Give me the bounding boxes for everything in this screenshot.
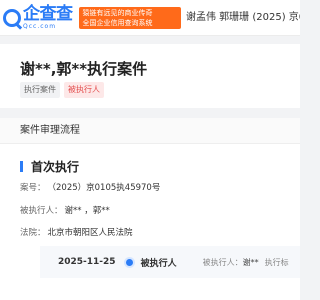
court-row: 法院： 北京市朝阳区人民法院: [20, 226, 133, 238]
stage-title: 首次执行: [31, 160, 80, 174]
timeline-more-text: 执行标: [264, 257, 289, 267]
logo-domain: Qcc.com: [23, 22, 57, 30]
timeline-detail: 被执行人：谢**: [203, 257, 259, 268]
case-number-label: 案号：: [20, 183, 46, 193]
case-title-card: 谢**,郭**执行案件 执行案件 被执行人: [0, 44, 300, 108]
logo-name: 企查查: [23, 3, 73, 24]
court-label: 法院：: [20, 228, 46, 238]
case-title: 谢**,郭**执行案件: [20, 60, 148, 78]
header-page-title: 谢孟伟 郭珊珊 (2025) 京010: [186, 12, 300, 23]
executed-person-row: 被执行人： 谢** ，郭**: [20, 204, 110, 216]
timeline-role: 被执行人: [140, 258, 177, 269]
slogan-banner[interactable]: 猿链有远见的商业传奇 全国企业信用查询系统: [78, 6, 181, 29]
timeline-dot-icon: [125, 258, 133, 266]
timeline-entry[interactable]: 2025-11-25 被执行人 被执行人：谢** 执行标: [40, 246, 300, 278]
timeline-detail-label: 被执行人：: [202, 257, 243, 267]
timeline-detail-value: 谢**: [242, 257, 259, 267]
executed-person-value: 谢** ，郭**: [64, 206, 110, 216]
tag-execution-case: 执行案件: [20, 82, 60, 98]
stage-header: 首次执行: [20, 158, 79, 175]
executed-person-label: 被执行人：: [20, 206, 63, 216]
stage-accent-bar: [20, 161, 23, 172]
section-title: 案件审理流程: [0, 118, 300, 144]
case-number-row: 案号： （2025）京0105执45970号: [20, 181, 160, 193]
timeline-date: 2025-11-25: [58, 257, 116, 267]
logo-magnifier-icon: [3, 8, 21, 27]
case-process-card: 案件审理流程 首次执行 案号： （2025）京0105执45970号 被执行人：…: [0, 118, 300, 300]
qcc-logo[interactable]: 企查查 Qcc.com: [3, 3, 73, 30]
case-number-value: （2025）京0105执45970号: [47, 183, 161, 193]
court-value[interactable]: 北京市朝阳区人民法院: [48, 226, 133, 238]
top-header: 企查查 Qcc.com 猿链有远见的商业传奇 全国企业信用查询系统 谢孟伟 郭珊…: [0, 0, 300, 36]
slogan-line-2: 全国企业信用查询系统: [82, 18, 153, 27]
tag-executed-person: 被执行人: [64, 82, 104, 98]
slogan-line-1: 猿链有远见的商业传奇: [82, 8, 153, 17]
